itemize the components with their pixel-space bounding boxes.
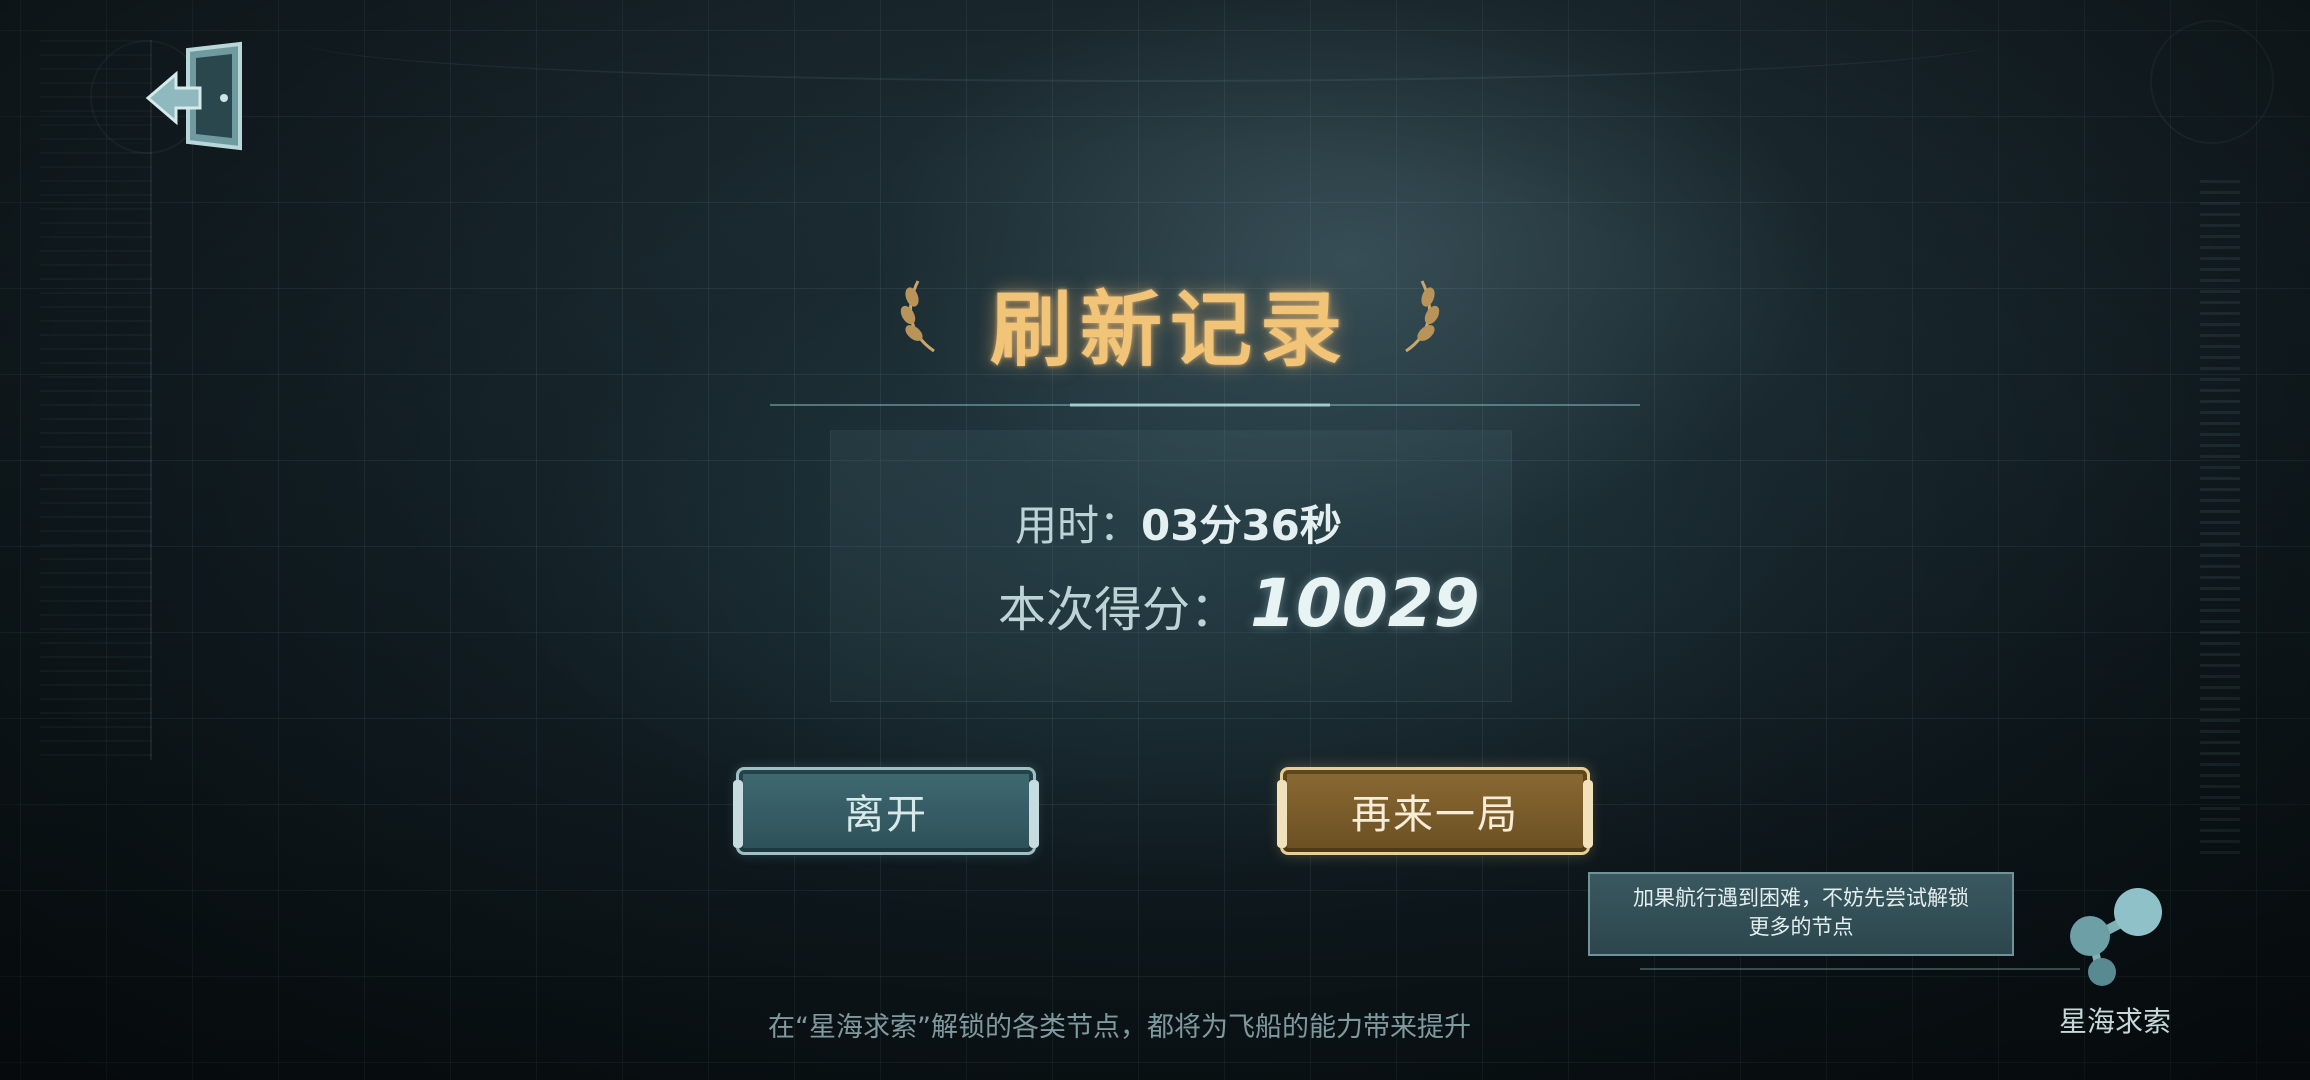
score-row: 本次得分： 10029 xyxy=(998,565,1480,642)
molecule-icon xyxy=(2070,888,2162,986)
title-block: 刷新记录 xyxy=(890,245,1450,378)
title-divider xyxy=(770,403,1640,407)
score-value: 10029 xyxy=(1250,565,1480,642)
laurel-right-icon xyxy=(1405,280,1440,353)
time-value: 03分36秒 xyxy=(1141,501,1342,550)
exit-button[interactable] xyxy=(140,40,250,160)
exit-door-icon xyxy=(145,41,242,151)
button-cap xyxy=(1277,780,1287,848)
bottom-hint-text: 在“星海求索”解锁的各类节点，都将为飞船的能力带来提升 xyxy=(768,1012,1471,1043)
button-cap xyxy=(733,780,743,848)
starsea-button[interactable]: 星海求索 xyxy=(2050,880,2180,1060)
laurel-left-icon xyxy=(900,280,935,353)
starsea-label: 星海求索 xyxy=(2058,1005,2171,1038)
game-result-screen: 刷新记录 用时：03分36秒 本次得分： 10029 离开 再来一局 加果航行遇… xyxy=(0,0,2310,1080)
page-title: 刷新记录 xyxy=(989,282,1350,378)
play-again-button-label: 再来一局 xyxy=(1351,792,1519,838)
leave-button-label: 离开 xyxy=(844,792,928,838)
play-again-button[interactable]: 再来一局 xyxy=(1277,767,1593,855)
leave-button[interactable]: 离开 xyxy=(733,767,1039,855)
hint-tooltip: 加果航行遇到困难，不妨先尝试解锁 更多的节点 xyxy=(1588,872,2014,956)
score-label: 本次得分： xyxy=(998,582,1239,638)
tooltip-line-1: 加果航行遇到困难，不妨先尝试解锁 xyxy=(1633,886,1969,910)
tooltip-line-2: 更多的节点 xyxy=(1748,915,1854,939)
time-label: 用时： xyxy=(1015,501,1142,550)
button-cap xyxy=(1583,780,1593,848)
tooltip-connector xyxy=(1640,968,2080,970)
button-cap xyxy=(1029,780,1039,848)
time-row: 用时：03分36秒 xyxy=(1015,492,1342,553)
